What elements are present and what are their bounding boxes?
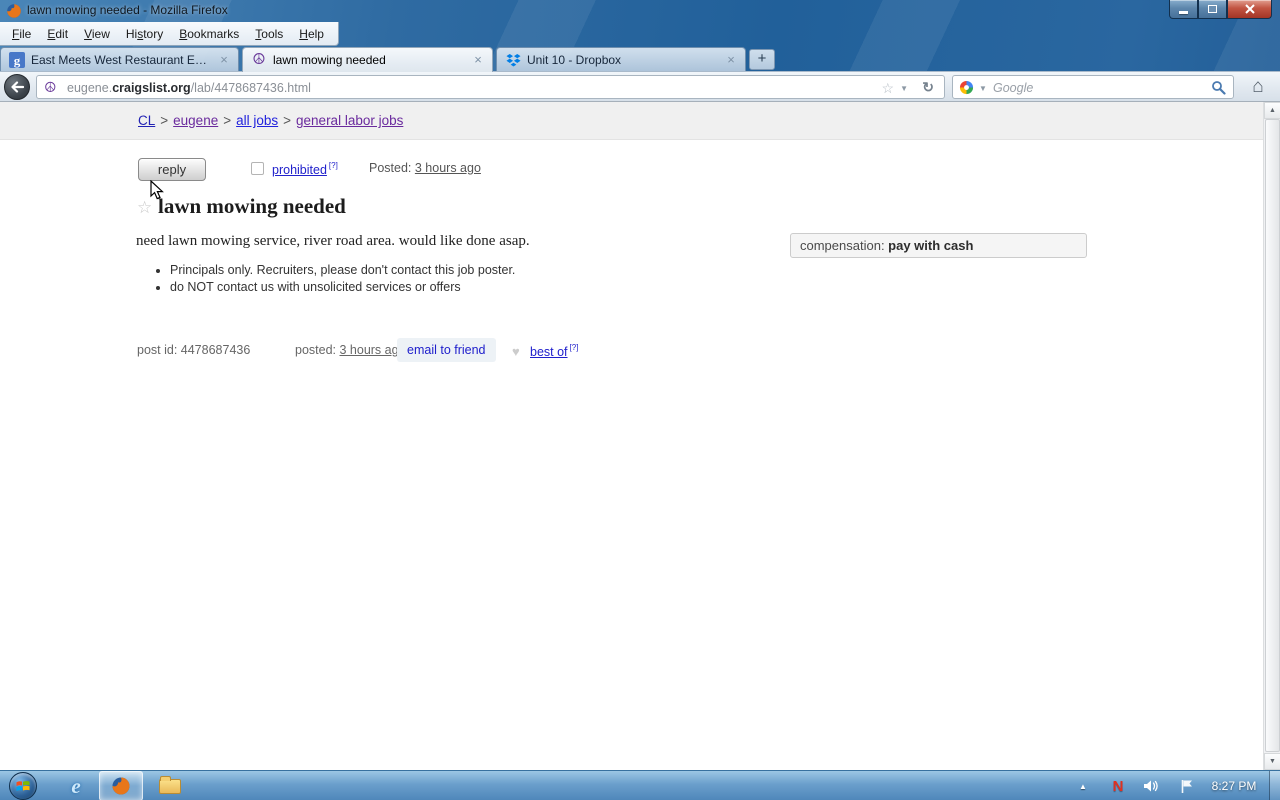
tab-close-icon[interactable]: × [470,52,486,68]
menu-edit[interactable]: Edit [39,24,76,44]
window-title: lawn mowing needed - Mozilla Firefox [27,3,228,17]
window-controls [1169,0,1272,19]
post-id: post id: 4478687436 [137,343,251,357]
scroll-up-button[interactable]: ▲ [1264,102,1280,119]
home-button[interactable]: ⌂ [1243,74,1273,100]
reply-button[interactable]: reply [138,158,206,181]
taskbar-explorer-button[interactable] [150,771,190,800]
browser-content: CL > eugene > all jobs > general labor jobs re… [0,102,1280,770]
craigslist-peace-icon: ☮ [252,51,266,68]
close-icon [1244,4,1255,14]
start-button[interactable] [4,771,42,800]
favorite-star-icon[interactable]: ☆ [137,198,152,218]
navigation-toolbar: ☮ eugene.craigslist.org/lab/4478687436.h… [0,71,1280,102]
posting-body: need lawn mowing service, river road are… [136,233,530,249]
google-engine-icon [959,80,974,95]
show-desktop-button[interactable] [1269,771,1280,800]
notices-list: Principals only. Recruiters, please don'… [156,262,515,295]
show-hidden-icons-button[interactable]: ▲ [1072,771,1094,800]
help-superscript[interactable]: ? [570,343,579,352]
restore-icon [1208,5,1217,13]
mouse-cursor [150,180,164,200]
email-to-friend-link[interactable]: email to friend [407,343,486,357]
email-to-friend-box: email to friend [397,338,496,362]
page-title: lawn mowing needed [158,194,346,218]
folder-icon [159,775,181,794]
prohibited-link[interactable]: prohibited? [272,161,338,177]
compensation-value: pay with cash [888,238,974,253]
posted-text: Posted: 3 hours ago [369,161,481,175]
breadcrumb-link-cl[interactable]: CL [138,113,155,128]
action-center-flag-icon[interactable] [1174,771,1200,800]
tab-bar: g East Meets West Restaurant Eugene, ...… [0,46,1280,72]
menu-help[interactable]: Help [291,24,332,44]
tab-east-meets-west[interactable]: g East Meets West Restaurant Eugene, ...… [0,47,239,72]
restore-button[interactable] [1198,0,1227,19]
craigslist-header-band: CL > eugene > all jobs > general labor jobs [0,102,1263,140]
url-text: eugene.craigslist.org/lab/4478687436.htm… [67,81,311,95]
home-icon: ⌂ [1252,76,1264,97]
tab-dropbox[interactable]: Unit 10 - Dropbox × [496,47,746,72]
reload-icon[interactable]: ↻ [922,79,934,96]
search-placeholder: Google [993,81,1034,95]
window-title-bar[interactable]: lawn mowing needed - Mozilla Firefox [0,0,1280,22]
breadcrumb-link-general-labor-jobs[interactable]: general labor jobs [296,113,403,128]
desktop: lawn mowing needed - Mozilla Firefox Fil… [0,0,1280,800]
taskbar-firefox-button[interactable] [99,771,143,800]
heart-icon: ♥ [512,344,520,359]
back-arrow-icon [11,81,24,93]
url-bar[interactable]: ☮ eugene.craigslist.org/lab/4478687436.h… [36,75,945,99]
google-favicon-icon: g [9,52,25,68]
tab-title: lawn mowing needed [273,53,386,67]
tab-lawn-mowing-needed[interactable]: ☮ lawn mowing needed × [242,47,493,72]
tab-title: East Meets West Restaurant Eugene, ... [31,53,212,67]
close-button[interactable] [1227,0,1272,19]
site-peace-icon: ☮ [44,79,57,95]
compensation-box: compensation: pay with cash [790,233,1087,258]
menu-view[interactable]: View [76,24,118,44]
volume-icon[interactable] [1138,771,1164,800]
notice-item: Principals only. Recruiters, please don'… [170,262,515,279]
search-box[interactable]: ▼ Google [952,75,1234,99]
best-of-link[interactable]: best of? [530,343,578,359]
magnifier-icon[interactable] [1211,80,1226,95]
engine-dropdown-icon[interactable]: ▼ [979,84,987,93]
firefox-icon [112,777,130,795]
menu-bookmarks[interactable]: Bookmarks [171,24,247,44]
breadcrumb: CL > eugene > all jobs > general labor jobs [138,113,404,128]
taskbar: e ▲ N 8:27 PM [0,770,1280,800]
tab-close-icon[interactable]: × [216,52,232,68]
bookmark-star-icon[interactable]: ☆ [881,80,894,97]
taskbar-ie-button[interactable]: e [56,771,96,800]
notice-item: do NOT contact us with unsolicited servi… [170,279,515,296]
back-button[interactable] [4,74,30,100]
menu-tools[interactable]: Tools [247,24,291,44]
minimize-icon [1179,10,1188,14]
vertical-scrollbar[interactable]: ▲ ▼ [1263,102,1280,770]
posted-time: 3 hours ago [414,161,481,175]
dropbox-icon [505,52,521,68]
taskbar-clock[interactable]: 8:27 PM [1204,771,1264,800]
scrollbar-thumb[interactable] [1265,119,1280,752]
new-tab-button[interactable]: + [749,49,775,70]
menu-history[interactable]: History [118,24,171,44]
menu-bar: File Edit View History Bookmarks Tools H… [0,22,339,46]
internet-explorer-icon: e [71,773,81,798]
scroll-down-button[interactable]: ▼ [1264,753,1280,770]
windows-logo-icon [9,772,37,800]
breadcrumb-link-all-jobs[interactable]: all jobs [236,113,278,128]
tab-close-icon[interactable]: × [723,52,739,68]
firefox-logo-icon [7,4,21,18]
minimize-button[interactable] [1169,0,1198,19]
posted-footer: posted: 3 hours ago [295,343,406,357]
prohibited-checkbox[interactable] [251,162,264,175]
tray-n-icon[interactable]: N [1106,771,1130,800]
tab-title: Unit 10 - Dropbox [527,53,622,67]
breadcrumb-link-eugene[interactable]: eugene [173,113,218,128]
posting-footer: post id: 4478687436 posted: 3 hours ago … [0,336,1263,366]
url-dropdown-icon[interactable]: ▼ [900,84,908,93]
help-superscript[interactable]: ? [329,161,338,170]
menu-file[interactable]: File [4,24,39,44]
